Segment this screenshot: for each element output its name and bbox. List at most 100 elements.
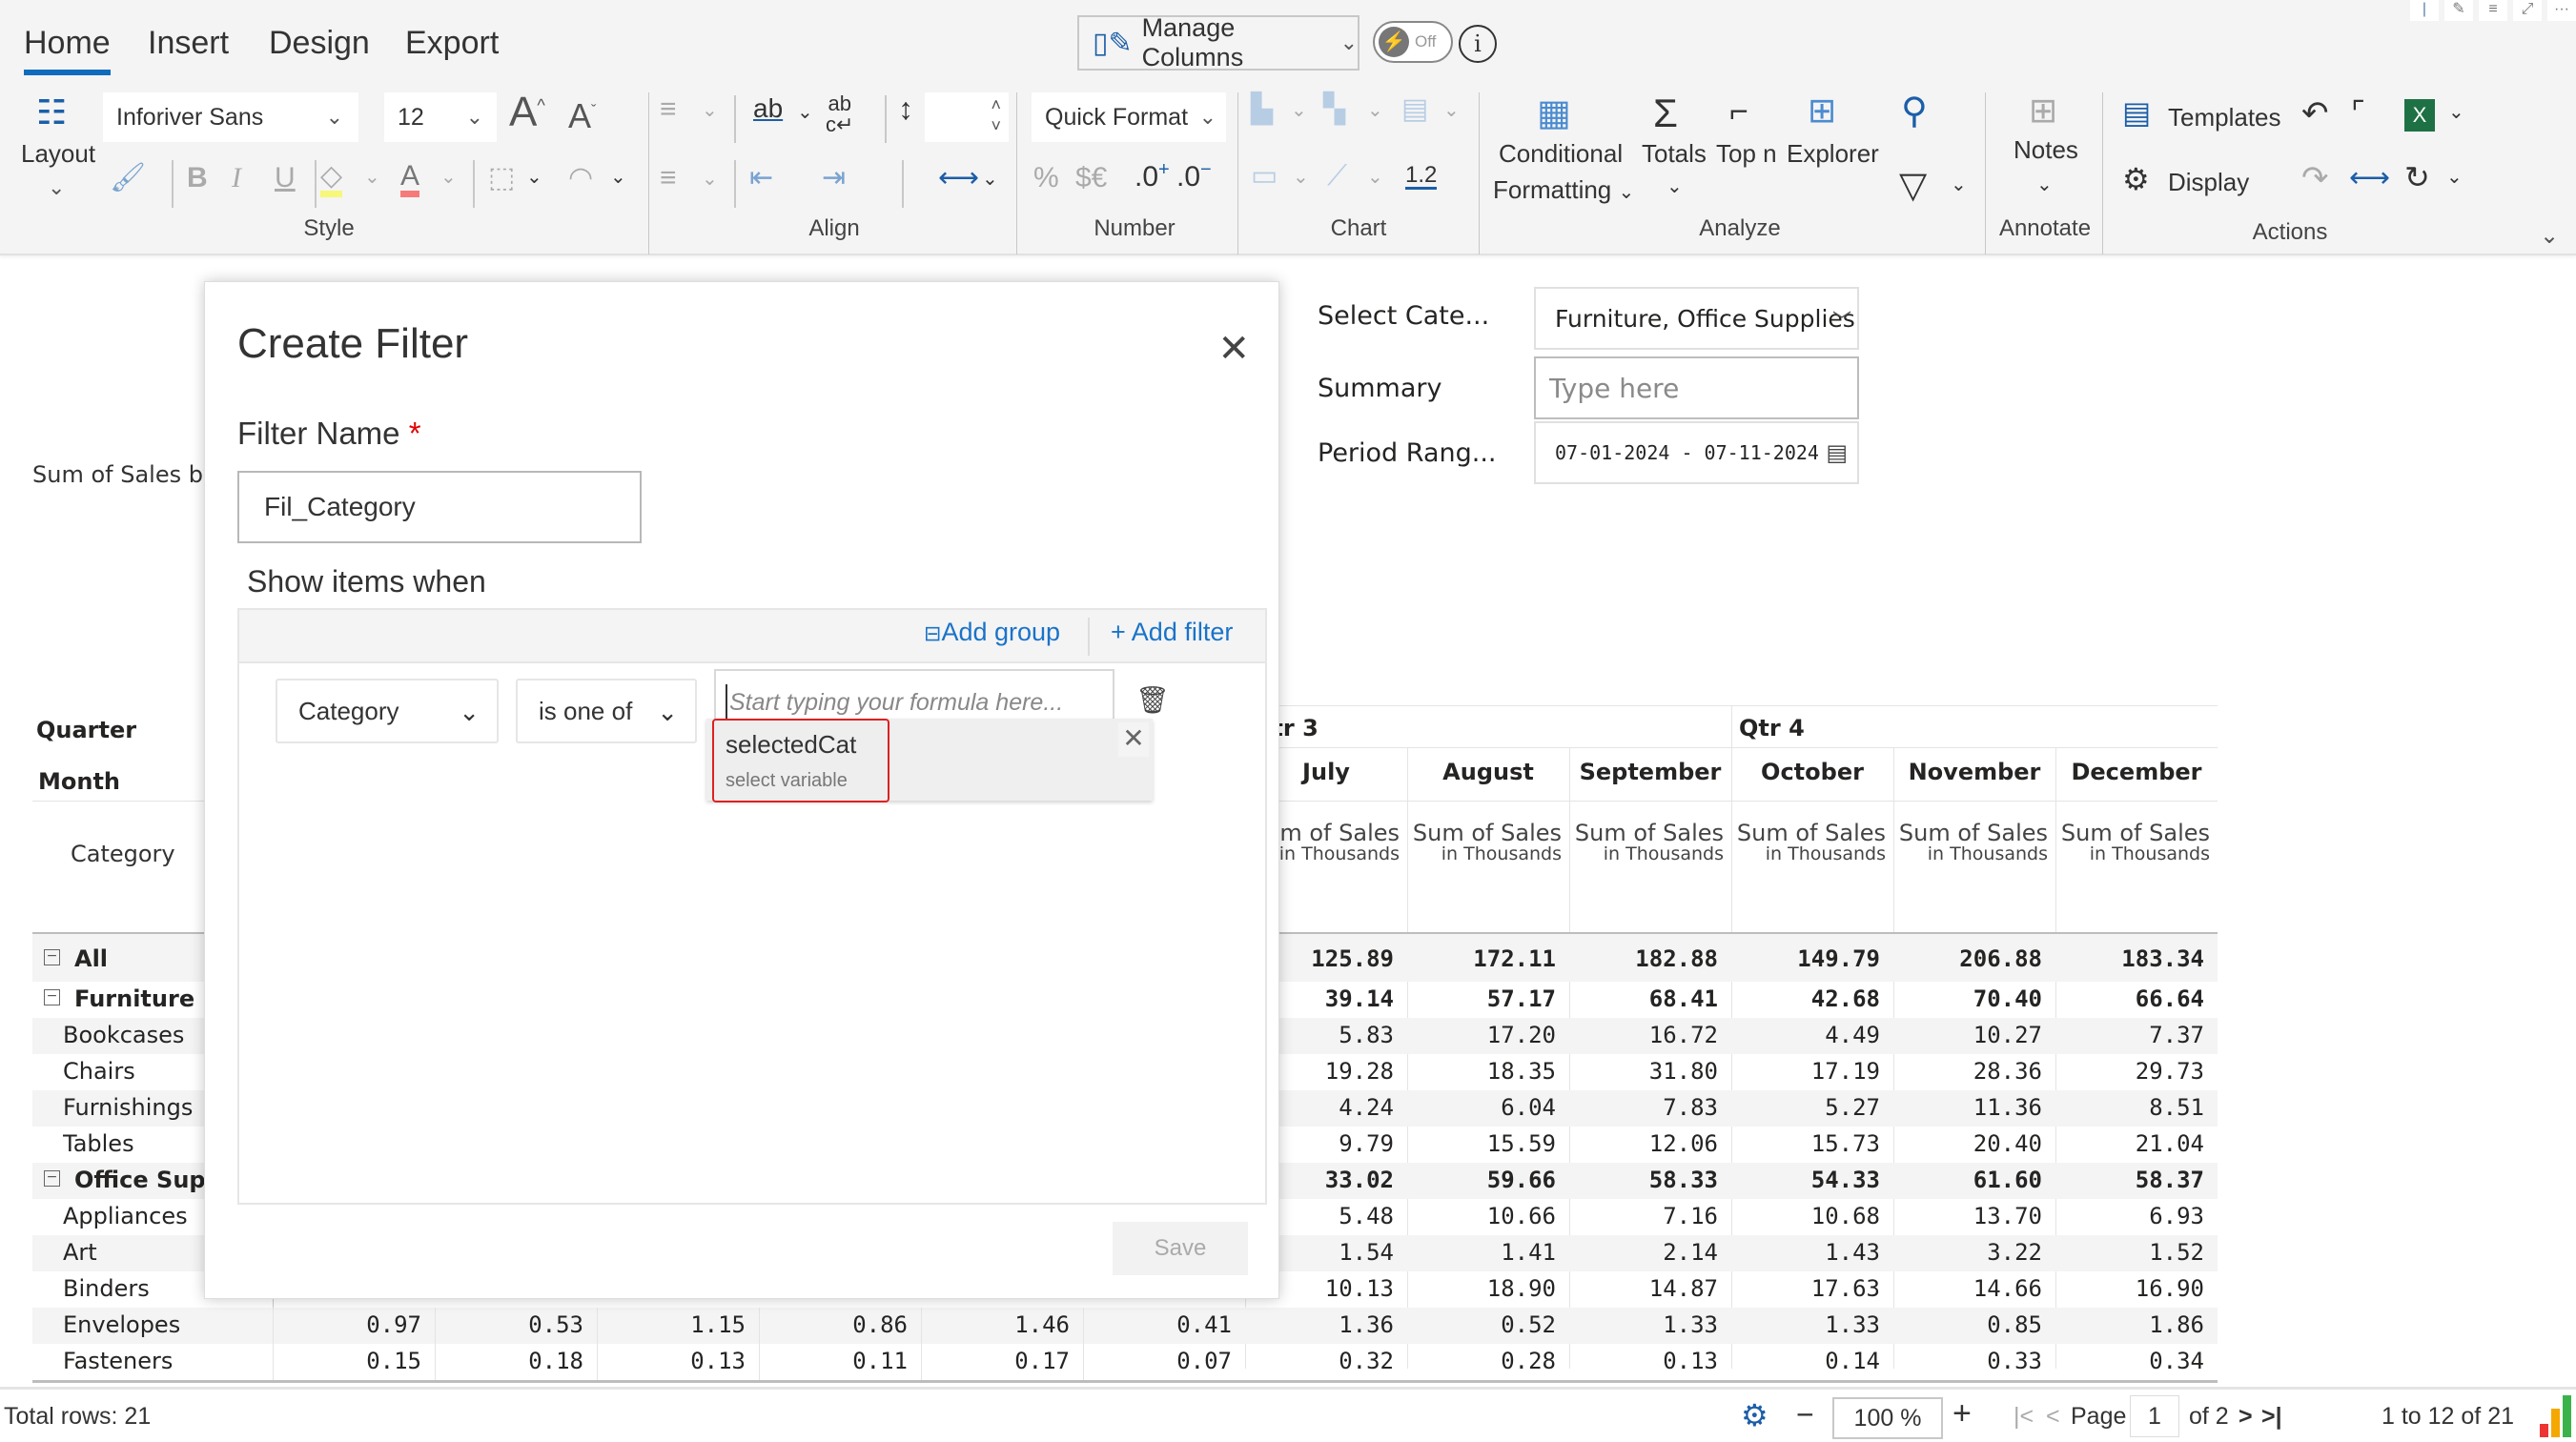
hide-icon[interactable]: ◠ xyxy=(568,164,593,193)
notes-icon[interactable]: ⊞ xyxy=(2029,93,2057,128)
page-number-input[interactable]: 1 xyxy=(2130,1395,2179,1437)
pin-icon[interactable]: ✎ xyxy=(2444,0,2473,21)
decrease-indent-icon[interactable]: ⇤ xyxy=(749,164,773,193)
tab-design[interactable]: Design xyxy=(269,25,370,62)
tab-insert[interactable]: Insert xyxy=(148,25,229,62)
bar-chart-icon[interactable]: ▙ xyxy=(1251,95,1273,124)
increase-font-icon[interactable]: A^ xyxy=(509,91,545,133)
chevron-down-icon[interactable]: ⌄ xyxy=(526,168,542,187)
chevron-down-icon[interactable]: ⌄ xyxy=(1293,168,1309,187)
save-button[interactable]: Save xyxy=(1113,1222,1248,1275)
decrease-font-icon[interactable]: Aˇ xyxy=(568,99,596,133)
conditional-formatting-label-2[interactable]: Formatting ⌄ xyxy=(1493,175,1634,205)
tab-export[interactable]: Export xyxy=(405,25,499,62)
chevron-down-icon[interactable]: ⌄ xyxy=(1666,177,1683,196)
wrap-text-icon[interactable]: ab c↵ xyxy=(826,93,853,135)
top-n-button[interactable]: Top n xyxy=(1716,139,1777,169)
add-filter-button[interactable]: + Add filter xyxy=(1111,618,1233,647)
currency-icon[interactable]: $€ xyxy=(1075,164,1107,193)
bullet-chart-icon[interactable]: ▭ xyxy=(1251,162,1278,191)
percent-icon[interactable]: % xyxy=(1033,164,1059,193)
totals-icon[interactable]: Σ xyxy=(1653,93,1678,133)
font-color-icon[interactable]: A xyxy=(400,162,420,197)
row-height-stepper[interactable]: ˄ ˅ xyxy=(925,92,1009,142)
tab-home[interactable]: Home xyxy=(24,25,111,75)
bold-icon[interactable]: B xyxy=(187,164,208,193)
horizontal-align-icon[interactable]: ≡ xyxy=(660,95,677,124)
chevron-down-icon[interactable]: ⌄ xyxy=(702,170,718,189)
templates-button[interactable]: Templates xyxy=(2168,103,2281,132)
chevron-down-icon[interactable]: ⌄ xyxy=(2446,168,2463,187)
summary-input[interactable]: Type here xyxy=(1534,356,1859,419)
top-n-icon[interactable]: ⌐ xyxy=(1729,95,1748,128)
row-label[interactable]: Envelopes xyxy=(63,1311,269,1338)
column-width-icon[interactable]: ⟷ xyxy=(938,164,979,193)
chevron-down-icon[interactable]: ⌄ xyxy=(1951,175,1967,194)
variance-chart-icon[interactable]: ▤ xyxy=(1401,95,1428,124)
waterfall-chart-icon[interactable]: ▚ xyxy=(1323,95,1345,124)
underline-icon[interactable]: U xyxy=(275,164,296,193)
chevron-down-icon[interactable]: ⌄ xyxy=(702,101,718,120)
first-page-icon[interactable]: |< xyxy=(2014,1403,2034,1431)
layout-chevron-icon[interactable]: ⌄ xyxy=(48,177,65,198)
more-options-icon[interactable]: ··· xyxy=(2547,0,2576,21)
vertical-align-icon[interactable]: ≡ xyxy=(660,164,677,193)
chevron-down-icon[interactable]: ⌄ xyxy=(982,170,998,189)
chevron-down-icon[interactable]: ⌄ xyxy=(1367,168,1383,187)
zoom-level-input[interactable]: 100 % xyxy=(1832,1397,1943,1439)
conditional-formatting-button[interactable]: Conditional xyxy=(1499,139,1623,169)
search-icon[interactable]: ⚲ xyxy=(1901,93,1928,130)
collapse-icon[interactable]: − xyxy=(44,989,60,1005)
performance-toggle[interactable]: ⚡ Off xyxy=(1373,21,1453,63)
layout-button[interactable]: Layout xyxy=(21,139,95,169)
italic-icon[interactable]: I xyxy=(232,164,241,193)
decrease-decimal-icon[interactable]: .0− xyxy=(1176,160,1212,192)
excel-export-icon[interactable]: X xyxy=(2404,99,2435,132)
increase-indent-icon[interactable]: ⇥ xyxy=(822,164,846,193)
stepper-arrows-icon[interactable]: ˄ ˅ xyxy=(991,94,1001,136)
chevron-down-icon[interactable]: ⌄ xyxy=(2036,175,2053,194)
chevron-down-icon[interactable]: ⌄ xyxy=(610,168,626,187)
calendar-icon[interactable]: ▤ xyxy=(1826,439,1848,466)
explorer-button[interactable]: Explorer xyxy=(1787,139,1879,169)
focus-mode-icon[interactable]: ⤢ xyxy=(2513,0,2542,21)
operator-select[interactable]: is one of ⌄ xyxy=(516,679,697,743)
chevron-down-icon[interactable]: ⌄ xyxy=(2448,103,2464,122)
manage-columns-button[interactable]: ▯✎ Manage Columns ⌄ xyxy=(1077,13,1360,71)
zoom-out-button[interactable]: − xyxy=(1796,1397,1814,1432)
chevron-down-icon[interactable]: ⌄ xyxy=(364,168,380,187)
refresh-icon[interactable]: ↻ xyxy=(2404,162,2430,193)
fit-width-icon[interactable]: ⟷ xyxy=(2349,164,2390,193)
format-painter-icon[interactable]: 🖌 xyxy=(110,164,146,193)
field-select[interactable]: Category ⌄ xyxy=(276,679,499,743)
totals-button[interactable]: Totals xyxy=(1642,139,1707,169)
quick-format-select[interactable]: Quick Format ⌄ xyxy=(1032,92,1226,142)
last-page-icon[interactable]: >| xyxy=(2261,1403,2282,1431)
chevron-down-icon[interactable]: ⌄ xyxy=(440,168,457,187)
zoom-in-button[interactable]: + xyxy=(1952,1395,1972,1432)
text-direction-icon[interactable]: ab xyxy=(753,95,783,122)
info-icon[interactable]: i xyxy=(1459,25,1497,63)
category-slicer[interactable]: Furniture, Office Supplies ﹀ xyxy=(1534,287,1859,350)
increase-decimal-icon[interactable]: .0+ xyxy=(1135,160,1170,192)
collapse-ribbon-icon[interactable]: ⌄ xyxy=(2540,225,2559,248)
filter-lines-icon[interactable]: ≡ xyxy=(2479,0,2507,21)
borders-icon[interactable]: ⬚ xyxy=(488,164,515,193)
filter-icon[interactable]: ▽ xyxy=(1899,168,1927,204)
settings-gear-icon[interactable]: ⚙ xyxy=(1741,1397,1768,1433)
delete-condition-icon[interactable]: 🗑 xyxy=(1135,684,1170,716)
previous-page-icon[interactable]: < xyxy=(2046,1403,2060,1431)
period-range-picker[interactable]: 07-01-2024 - 07-11-2024 ▤ xyxy=(1534,421,1859,484)
add-group-button[interactable]: ⊟Add group xyxy=(924,618,1060,647)
layout-icon[interactable]: ☷ xyxy=(36,95,67,130)
chevron-down-icon[interactable]: ⌄ xyxy=(1443,101,1460,120)
filter-name-input[interactable]: Fil_Category xyxy=(237,471,642,543)
collapse-icon[interactable]: − xyxy=(44,1170,60,1187)
sparkline-icon[interactable]: ⟋ xyxy=(1327,162,1347,191)
undo-icon[interactable]: ↶ xyxy=(2301,97,2329,130)
ruler-icon[interactable]: ⌜ xyxy=(2351,97,2365,128)
display-button[interactable]: Display xyxy=(2168,168,2249,197)
chevron-down-icon[interactable]: ⌄ xyxy=(1367,101,1383,120)
chevron-down-icon[interactable]: ⌄ xyxy=(797,103,813,122)
close-suggestions-icon[interactable]: ✕ xyxy=(1118,722,1149,757)
